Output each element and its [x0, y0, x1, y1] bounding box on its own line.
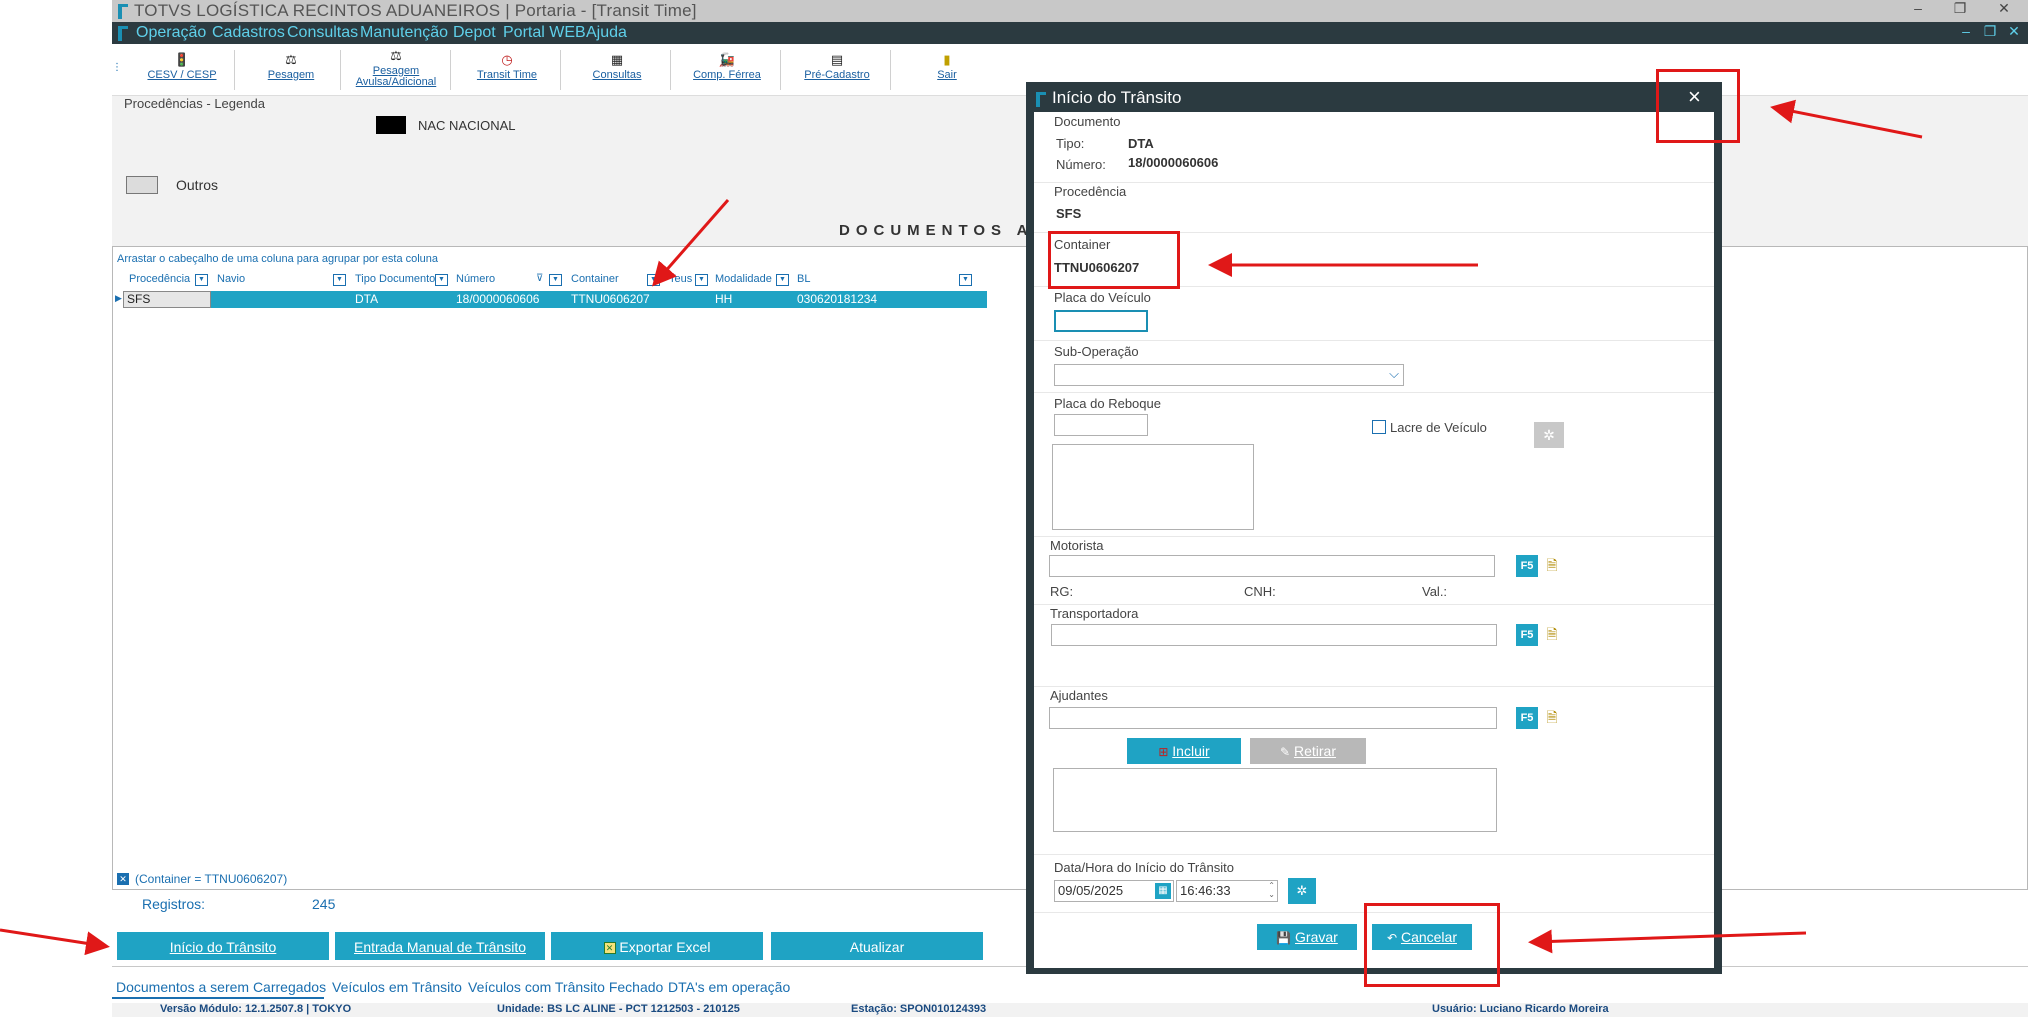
arrow-to-container-column — [652, 199, 730, 287]
annotation-arrows — [0, 99, 1923, 956]
arrow-to-inicio-button — [0, 928, 110, 956]
arrow-to-close-button — [1770, 99, 1923, 139]
app-window: TOTVS LOGÍSTICA RECINTOS ADUANEIROS | Po… — [0, 0, 2028, 1017]
arrow-to-cancelar-button — [1528, 929, 1807, 954]
